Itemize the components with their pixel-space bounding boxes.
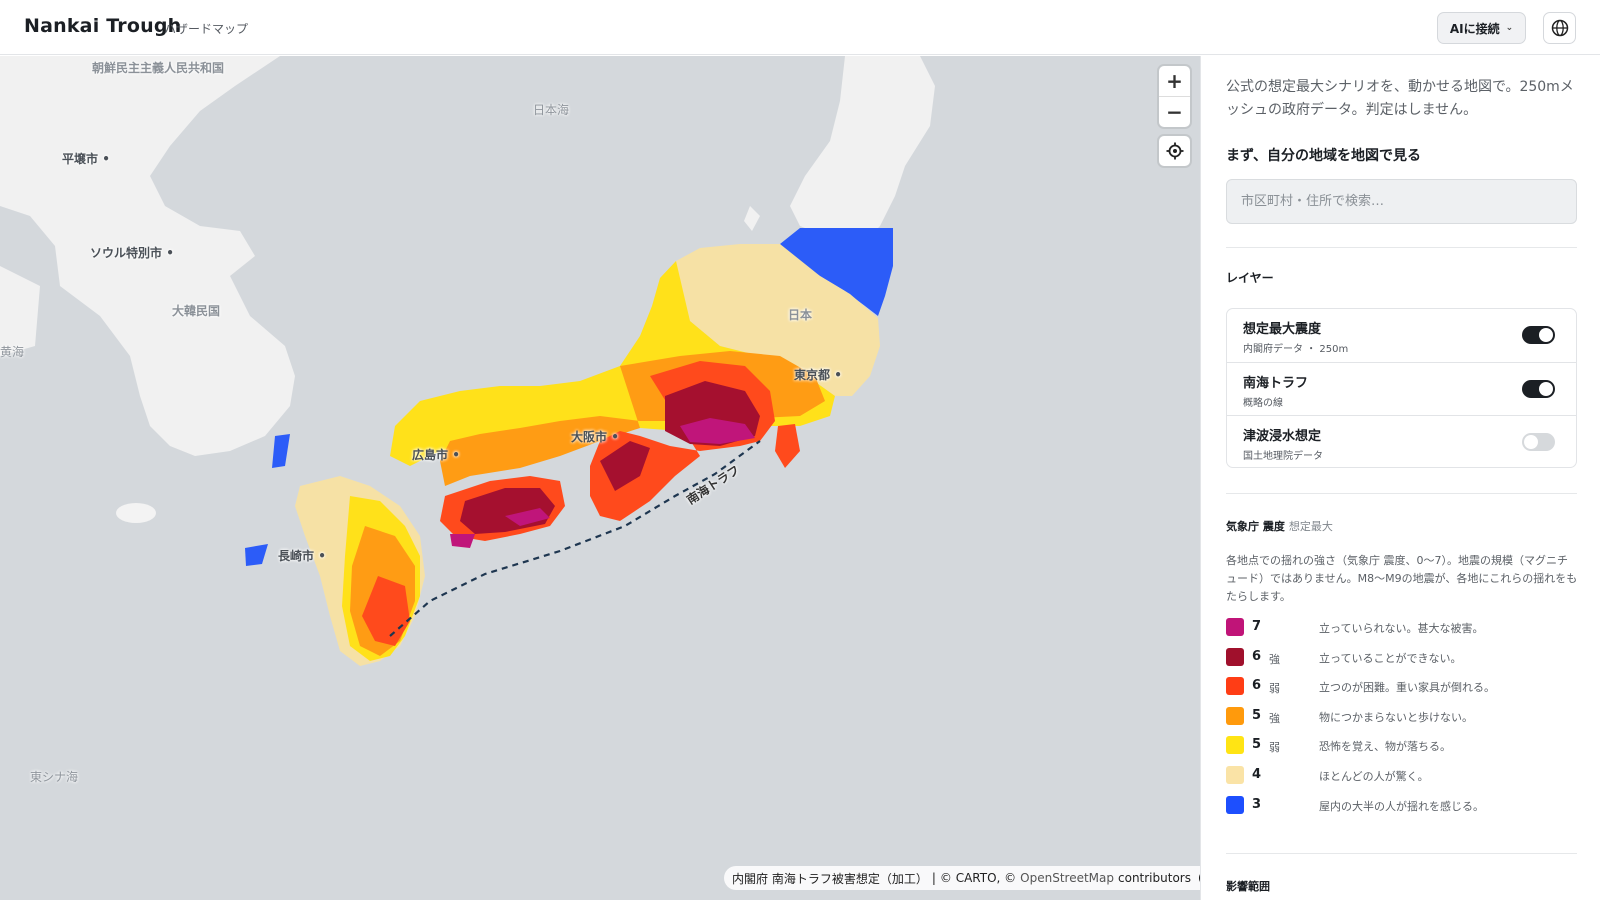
legend-level: 5 (1252, 737, 1262, 753)
divider (1226, 853, 1577, 854)
layer-name: 想定最大震度 (1243, 322, 1322, 337)
legend-modifier: 弱 (1269, 741, 1280, 755)
legend-swatch (1226, 736, 1244, 755)
label-hiroshima: 広島市 (412, 446, 460, 463)
attribution-separator: | (931, 871, 936, 885)
legend-swatch (1226, 647, 1244, 666)
label-yellow-sea: 黄海 (0, 345, 25, 359)
legend-item: 7 立っていられない。甚大な被害。 (1226, 618, 1578, 636)
legend-heading-muted: 想定最大 (1288, 520, 1333, 533)
legend-item: 3 屋内の大半の人が揺れを感じる。 (1226, 795, 1578, 814)
legend-description: 恐怖を覚え、物が落ちる。 (1319, 740, 1451, 754)
legend-description: 各地点での揺れの強さ（気象庁 震度、0〜7）。地震の規模（マグニチュード）ではあ… (1226, 554, 1578, 603)
locate-button[interactable] (1159, 136, 1190, 166)
map-attribution: 内閣府 南海トラフ被害想定（加工） | © CARTO, © OpenStree… (724, 866, 1200, 890)
layer-row-max-intensity[interactable]: 想定最大震度 内閣府データ ・ 250m (1227, 309, 1576, 362)
layers-heading: レイヤー (1226, 271, 1274, 285)
legend-item: 6 弱 立つのが困難。重い家具が倒れる。 (1226, 677, 1578, 696)
legend-swatch (1226, 795, 1244, 814)
label-seoul: ソウル特別市 (90, 244, 174, 261)
label-pyongyang: 平壌市 (62, 150, 110, 167)
app-title: Nankai Trough (24, 15, 182, 37)
location-search-input[interactable] (1226, 179, 1577, 224)
legend-description: 屋内の大半の人が揺れを感じる。 (1319, 799, 1484, 813)
layer-source: 内閣府データ ・ 250m (1243, 344, 1349, 355)
label-north-korea: 朝鮮民主主義人民共和国 (92, 61, 225, 75)
map-canvas[interactable] (0, 56, 1200, 900)
layer-toggle-tsunami[interactable] (1522, 433, 1555, 451)
legend-swatch (1226, 706, 1244, 725)
legend-level: 6 (1252, 678, 1262, 694)
attribution-source: 内閣府 南海トラフ被害想定（加工） (732, 871, 928, 886)
legend-item: 4 ほとんどの人が驚く。 (1226, 766, 1578, 784)
divider (1226, 247, 1577, 248)
legend-modifier: 強 (1269, 711, 1280, 725)
zoom-out-button[interactable]: − (1159, 96, 1190, 126)
legend-swatch (1226, 766, 1244, 784)
legend-swatch (1226, 618, 1244, 636)
zoom-in-button[interactable]: + (1159, 66, 1190, 96)
label-japan: 日本 (788, 308, 813, 322)
layer-source: 概略の線 (1243, 398, 1283, 409)
label-south-korea: 大韓民国 (172, 304, 221, 318)
side-panel: 公式の想定最大シナリオを、動かせる地図で。250mメッシュの政府データ。判定はし… (1200, 56, 1600, 900)
legend-description: 立っていることができない。 (1319, 651, 1462, 665)
label-nagasaki: 長崎市 (278, 547, 326, 564)
label-tokyo: 東京都 (794, 366, 842, 383)
top-bar: Nankai Trough ハザードマップ AIに接続 ⌄ (0, 0, 1600, 55)
legend-description: 物につかまらないと歩けない。 (1319, 710, 1473, 724)
divider (1226, 493, 1577, 494)
legend-level: 5 (1252, 707, 1262, 723)
layer-source: 国土地理院データ (1243, 451, 1323, 462)
layer-row-tsunami[interactable]: 津波浸水想定 国土地理院データ (1227, 415, 1576, 468)
attribution-carto: © CARTO, © (939, 871, 1017, 885)
osm-link[interactable]: OpenStreetMap (1020, 871, 1114, 885)
connect-ai-button[interactable]: AIに接続 ⌄ (1437, 12, 1526, 44)
connect-ai-label: AIに接続 (1449, 21, 1500, 36)
chevron-down-icon: ⌄ (1505, 23, 1514, 33)
legend-description: 立つのが困難。重い家具が倒れる。 (1319, 681, 1495, 695)
crosshair-icon (1166, 142, 1183, 160)
layer-toggle-max-intensity[interactable] (1522, 326, 1555, 344)
legend-level: 7 (1252, 619, 1262, 634)
globe-icon (1551, 19, 1568, 37)
legend-item: 5 強 物につかまらないと歩けない。 (1226, 706, 1578, 725)
legend-item: 5 弱 恐怖を覚え、物が落ちる。 (1226, 736, 1578, 755)
layer-name: 南海トラフ (1243, 376, 1309, 391)
hazard-map[interactable]: 朝鮮民主主義人民共和国 日本海 平壌市 ソウル特別市 大韓民国 黄海 日本 東京… (0, 56, 1200, 900)
attribution-contributors: contributors (1118, 871, 1191, 885)
language-button[interactable] (1543, 12, 1576, 44)
legend-level: 3 (1252, 796, 1262, 812)
legend-modifier: 強 (1269, 652, 1280, 666)
intro-text: 公式の想定最大シナリオを、動かせる地図で。250mメッシュの政府データ。判定はし… (1226, 79, 1574, 118)
search-heading: まず、自分の地域を地図で見る (1226, 148, 1422, 164)
app-subtitle: ハザードマップ (164, 22, 249, 36)
layer-row-nankai-trough[interactable]: 南海トラフ 概略の線 (1227, 362, 1576, 415)
legend-heading: 気象庁 震度 想定最大 (1226, 518, 1333, 534)
legend-swatch (1226, 677, 1244, 696)
legend-modifier: 弱 (1269, 682, 1280, 696)
legend-heading-text: 気象庁 震度 (1226, 520, 1285, 533)
layer-toggle-nankai-trough[interactable] (1522, 380, 1555, 398)
impact-heading: 影響範囲 (1226, 880, 1270, 893)
legend-description: ほとんどの人が驚く。 (1319, 770, 1429, 783)
zoom-control: + − (1159, 66, 1190, 127)
legend-level: 4 (1252, 767, 1262, 782)
legend-item: 6 強 立っていることができない。 (1226, 647, 1578, 666)
layer-name: 津波浸水想定 (1243, 429, 1322, 444)
label-sea-of-japan: 日本海 (533, 103, 570, 117)
legend-description: 立っていられない。甚大な被害。 (1319, 622, 1484, 635)
label-osaka: 大阪市 (571, 428, 619, 445)
legend-level: 6 (1252, 648, 1262, 664)
layer-list: 想定最大震度 内閣府データ ・ 250m 南海トラフ 概略の線 津波浸水想定 国… (1226, 308, 1577, 468)
label-east-china-sea: 東シナ海 (30, 770, 79, 784)
